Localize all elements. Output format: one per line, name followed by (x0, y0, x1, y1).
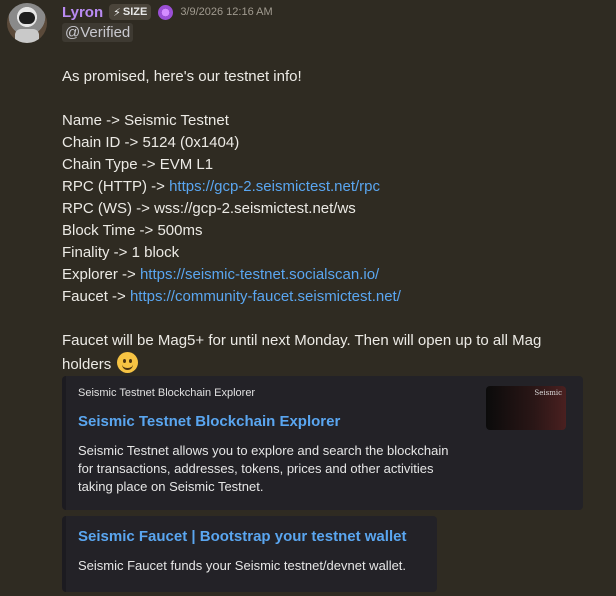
thumbnail-logo-text: Seismic (534, 389, 562, 397)
chain-id-line: Chain ID -> 5124 (0x1404) (62, 134, 240, 151)
faucet-line: Faucet -> https://community-faucet.seism… (62, 286, 582, 308)
embed-title[interactable]: Seismic Faucet | Bootstrap your testnet … (78, 528, 406, 545)
explorer-line: Explorer -> https://seismic-testnet.soci… (62, 264, 582, 286)
embed-provider[interactable]: Seismic Testnet Blockchain Explorer (78, 387, 255, 399)
slight-smile-emoji-icon[interactable] (117, 352, 139, 373)
faucet-prefix: Faucet -> (62, 288, 130, 305)
embed-description-line: for transactions, addresses, tokens, pri… (78, 461, 434, 476)
astronaut-body (15, 29, 39, 43)
closing-text: holders (62, 356, 112, 373)
rpc-http-link[interactable]: https://gcp-2.seismictest.net/rpc (169, 178, 380, 195)
rpc-ws-line: RPC (WS) -> wss://gcp-2.seismictest.net/… (62, 200, 356, 217)
embed-description: Seismic Testnet allows you to explore an… (78, 442, 473, 496)
astronaut-visor (19, 12, 35, 24)
message-header: Lyron ⚡ SIZE 3/9/2026 12:16 AM (62, 2, 273, 22)
explorer-link[interactable]: https://seismic-testnet.socialscan.io/ (140, 266, 379, 283)
rpc-http-line: RPC (HTTP) -> https://gcp-2.seismictest.… (62, 176, 582, 198)
closing-line-1: Faucet will be Mag5+ for until next Mond… (62, 332, 542, 349)
username[interactable]: Lyron (62, 4, 103, 21)
rpc-http-prefix: RPC (HTTP) -> (62, 178, 170, 195)
embed-description: Seismic Faucet funds your Seismic testne… (78, 558, 407, 573)
link-embed-explorer: Seismic Testnet Blockchain Explorer Seis… (62, 376, 583, 510)
closing-line-2: holders (62, 352, 582, 374)
embed-description-line: Seismic Testnet allows you to explore an… (78, 443, 449, 458)
name-line: Name -> Seismic Testnet (62, 112, 229, 129)
explorer-prefix: Explorer -> (62, 266, 140, 283)
role-mention[interactable]: @Verified (62, 23, 134, 42)
timestamp: 3/9/2026 12:16 AM (180, 6, 273, 18)
embed-description-line: taking place on Seismic Testnet. (78, 479, 264, 494)
intro-text: As promised, here's our testnet info! (62, 68, 302, 85)
embed-title[interactable]: Seismic Testnet Blockchain Explorer (78, 413, 340, 430)
block-time-line: Block Time -> 500ms (62, 222, 203, 239)
message-content: As promised, here's our testnet info! Na… (62, 66, 582, 374)
faucet-link[interactable]: https://community-faucet.seismictest.net… (130, 288, 401, 305)
role-badge-icon[interactable] (158, 4, 174, 20)
message: Lyron ⚡ SIZE 3/9/2026 12:16 AM @Verified… (0, 0, 616, 596)
lightning-icon: ⚡ (113, 6, 121, 19)
link-embed-faucet: Seismic Faucet | Bootstrap your testnet … (62, 516, 437, 592)
server-tag-label: SIZE (122, 6, 148, 18)
chain-type-line: Chain Type -> EVM L1 (62, 156, 214, 173)
embed-thumbnail[interactable]: Seismic (486, 386, 566, 430)
server-tag[interactable]: ⚡ SIZE (109, 4, 152, 20)
avatar[interactable] (7, 3, 47, 43)
finality-line: Finality -> 1 block (62, 244, 180, 261)
